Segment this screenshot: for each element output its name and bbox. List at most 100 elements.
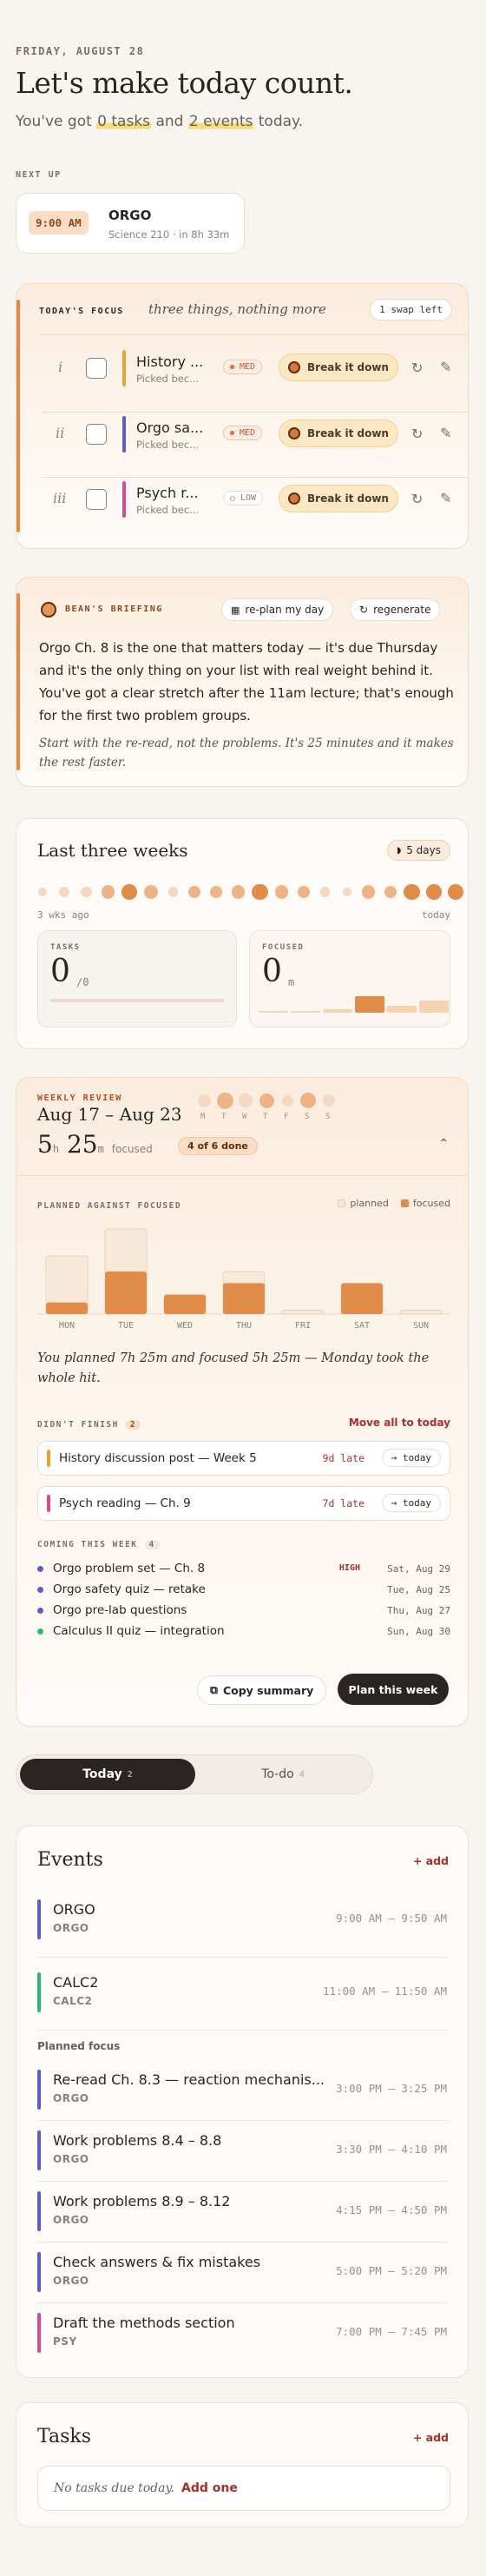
heat-dot xyxy=(362,885,376,899)
focus-checkbox[interactable] xyxy=(86,489,107,510)
move-today-button[interactable]: → today xyxy=(381,1449,441,1467)
planned-focus-row[interactable]: Re-read Ch. 8.3 — reaction mechanis... OR… xyxy=(37,2070,447,2110)
tasks-title: Tasks xyxy=(37,2426,91,2447)
coming-title: Orgo problem set — Ch. 8 xyxy=(53,1562,206,1575)
event-time: 7:00 PM – 7:45 PM xyxy=(336,2325,447,2338)
review-range: Aug 17 – Aug 23 xyxy=(37,1104,182,1125)
heat-dot xyxy=(319,887,331,897)
course-dot xyxy=(37,1587,43,1593)
focus-checkbox[interactable] xyxy=(86,424,107,445)
event-color-bar xyxy=(37,2130,41,2170)
tab-today[interactable]: Today 2 xyxy=(20,1759,195,1790)
swap-icon[interactable]: ↻ xyxy=(411,426,423,442)
category-label: THU xyxy=(236,1321,252,1331)
edit-icon[interactable]: ✎ xyxy=(440,359,451,375)
focus-item: ii Orgo sa... Picked bec... MED Break it… xyxy=(43,411,468,458)
done-badge: 4 of 6 done xyxy=(178,1137,258,1155)
focused-bar xyxy=(223,1283,265,1314)
focus-checkbox[interactable] xyxy=(86,358,107,379)
focus-num: i xyxy=(58,359,63,375)
heat-dot xyxy=(144,884,159,900)
copy-summary-button[interactable]: ⧉ Copy summary xyxy=(197,1675,327,1705)
course-dot xyxy=(37,1566,43,1572)
next-up-time: 9:00 AM xyxy=(29,211,89,234)
next-up-card[interactable]: 9:00 AM ORGO Science 210 · in 8h 33m xyxy=(16,193,245,254)
planned-focus-label: Planned focus xyxy=(37,2040,121,2052)
plan-week-button[interactable]: Plan this week xyxy=(338,1674,449,1705)
break-it-down-button[interactable]: Break it down xyxy=(279,353,398,381)
event-time: 11:00 AM – 11:50 AM xyxy=(323,1985,447,1998)
heat-dot xyxy=(297,886,310,898)
review-label: WEEKLY REVIEW xyxy=(37,1093,122,1103)
event-row[interactable]: ORGO ORGO 9:00 AM – 9:50 AM xyxy=(37,1899,447,1939)
priority-badge: MED xyxy=(223,360,263,374)
heat-dot xyxy=(101,885,115,899)
coming-item[interactable]: Orgo problem set — Ch. 8 HIGH Sat, Aug 29 xyxy=(37,1561,450,1578)
day-dot xyxy=(239,1093,253,1107)
briefing-stripe xyxy=(16,593,20,770)
focus-item: iii Psych r... Picked bec... LOW Break i… xyxy=(43,476,468,523)
heat-dot xyxy=(384,886,397,898)
replan-button[interactable]: ▦ re-plan my day xyxy=(221,598,334,621)
category-label: MON xyxy=(59,1321,75,1331)
event-course: PSY xyxy=(53,2335,77,2348)
break-it-down-button[interactable]: Break it down xyxy=(279,419,398,447)
weeks-card: Last three weeks ◗ 5 days 3 wks ago today… xyxy=(16,818,469,1049)
focus-num: iii xyxy=(53,490,67,506)
review-summary: You planned 7h 25m and focused 5h 25m — … xyxy=(37,1351,430,1385)
coming-date: Sat, Aug 29 xyxy=(387,1563,450,1575)
swap-badge[interactable]: 1 swap left xyxy=(370,299,452,320)
move-all-button[interactable]: Move all to today xyxy=(349,1417,450,1429)
move-today-button[interactable]: → today xyxy=(381,1494,441,1512)
add-one-link[interactable]: Add one xyxy=(181,2481,238,2495)
course-dot xyxy=(37,1608,43,1614)
event-row[interactable]: CALC2 CALC2 11:00 AM – 11:50 AM xyxy=(37,1972,447,2012)
category-label: WED xyxy=(177,1321,193,1331)
event-course: ORGO xyxy=(53,2153,89,2165)
weeks-end: today xyxy=(421,909,450,921)
tasks-card: Tasks + add No tasks due today. Add one xyxy=(16,2402,469,2527)
planned-focus-row[interactable]: Draft the methods section PSY 7:00 PM – 7:… xyxy=(37,2313,447,2353)
swap-icon[interactable]: ↻ xyxy=(411,491,423,507)
planned-focus-row[interactable]: Check answers & fix mistakes ORGO 5:00 PM … xyxy=(37,2252,447,2292)
collapse-icon[interactable]: ⌃ xyxy=(438,1137,449,1151)
events-count[interactable]: 2 events xyxy=(187,113,254,130)
heat-dot xyxy=(342,887,351,897)
tab-todo[interactable]: To-do 4 xyxy=(195,1759,371,1790)
focus-item-title[interactable]: History ... xyxy=(136,353,203,370)
heat-dot xyxy=(274,885,289,899)
planned-focus-row[interactable]: Work problems 8.4 – 8.8 ORGO 3:30 PM – 4:1… xyxy=(37,2130,447,2170)
coming-item[interactable]: Calculus II quiz — integration Sun, Aug 3… xyxy=(37,1623,450,1641)
planned-focus-row[interactable]: Work problems 8.9 – 8.12 ORGO 4:15 PM – 4:… xyxy=(37,2191,447,2231)
events-card: Events + add Planned focus ORGO ORGO 9:00 … xyxy=(16,1826,469,2378)
add-task-button[interactable]: + add xyxy=(413,2431,449,2444)
focus-item-title[interactable]: Orgo sa... xyxy=(136,419,203,436)
break-it-down-button[interactable]: Break it down xyxy=(279,485,398,512)
focused-bar xyxy=(291,1010,320,1013)
add-event-button[interactable]: + add xyxy=(413,1854,449,1867)
edit-icon[interactable]: ✎ xyxy=(440,490,451,506)
coming-date: Sun, Aug 30 xyxy=(387,1626,450,1637)
event-title: Work problems 8.4 – 8.8 xyxy=(53,2132,222,2149)
category-label: FRI xyxy=(295,1321,311,1331)
coming-item[interactable]: Orgo safety quiz — retake Tue, Aug 25 xyxy=(37,1582,450,1599)
tasks-count[interactable]: 0 tasks xyxy=(96,113,152,130)
day-letter: S xyxy=(325,1113,331,1121)
summary-line: You've got 0 tasks and 2 events today. xyxy=(16,113,304,130)
bean-icon xyxy=(288,361,301,373)
late-badge: 7d late xyxy=(322,1497,364,1509)
event-course: CALC2 xyxy=(53,1995,93,2007)
focus-item: i History ... Picked bec... MED Break it… xyxy=(43,345,468,392)
focus-item-title[interactable]: Psych r... xyxy=(136,485,199,501)
review-day-dots: MTWTFSS xyxy=(195,1090,369,1128)
priority-badge: LOW xyxy=(223,491,264,505)
coming-date: Tue, Aug 25 xyxy=(387,1584,450,1595)
focused-bar xyxy=(259,1011,288,1013)
focused-stat-value: 0 xyxy=(262,954,282,989)
tasks-stat: TASKS 0 /0 xyxy=(37,930,237,1027)
edit-icon[interactable]: ✎ xyxy=(440,425,451,441)
coming-item[interactable]: Orgo pre-lab questions Thu, Aug 27 xyxy=(37,1602,450,1620)
swap-icon[interactable]: ↻ xyxy=(411,360,423,376)
event-color-bar xyxy=(37,2070,41,2110)
regenerate-button[interactable]: ↻ regenerate xyxy=(350,598,441,621)
